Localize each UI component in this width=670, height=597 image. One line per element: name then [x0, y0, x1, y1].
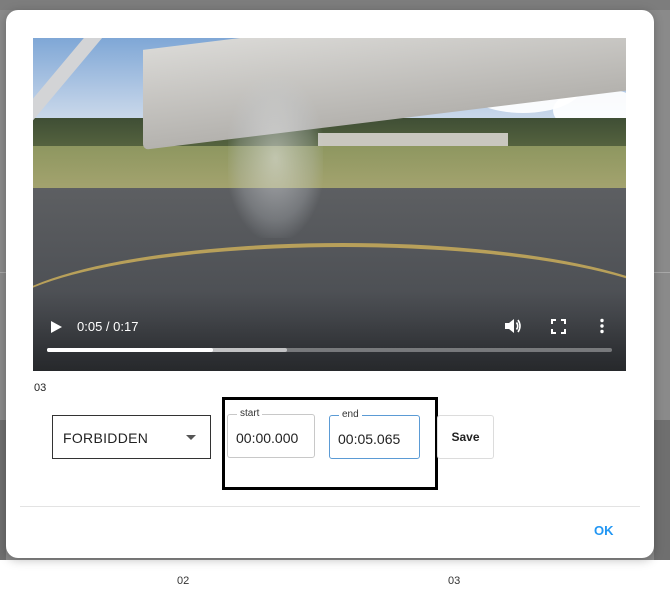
video-played-bar — [47, 348, 214, 352]
save-button[interactable]: Save — [437, 415, 494, 459]
start-time-input[interactable] — [236, 430, 321, 446]
end-time-label: end — [339, 409, 362, 420]
clip-name-label: 03 — [34, 382, 47, 394]
video-frame-propeller — [228, 78, 323, 238]
ok-button[interactable]: OK — [594, 523, 614, 538]
background-divider — [654, 272, 670, 273]
background-footer — [0, 560, 670, 597]
end-time-field[interactable]: end — [329, 409, 423, 459]
fullscreen-icon[interactable] — [551, 319, 566, 334]
start-time-field[interactable]: start — [227, 408, 321, 458]
start-time-label: start — [237, 408, 263, 419]
dropdown-caret-icon — [186, 435, 196, 440]
category-select-value: FORBIDDEN — [63, 430, 149, 446]
category-select[interactable]: FORBIDDEN — [52, 415, 211, 459]
background-header — [0, 0, 670, 10]
background-thumbnail — [654, 420, 670, 560]
background-caption: 03 — [448, 575, 461, 587]
background-caption: 02 — [177, 575, 190, 587]
more-vert-icon[interactable] — [597, 318, 607, 334]
video-player[interactable]: 0:05 / 0:17 — [33, 38, 626, 371]
end-time-input[interactable] — [338, 431, 423, 447]
video-progress-bar[interactable] — [47, 348, 612, 352]
video-time-display: 0:05 / 0:17 — [77, 319, 139, 334]
volume-icon[interactable] — [504, 318, 522, 334]
dialog-divider — [20, 506, 640, 507]
clip-editor-dialog: 0:05 / 0:17 03 FORBIDDEN start 00:00.000… — [6, 10, 654, 558]
play-icon[interactable] — [49, 320, 63, 334]
